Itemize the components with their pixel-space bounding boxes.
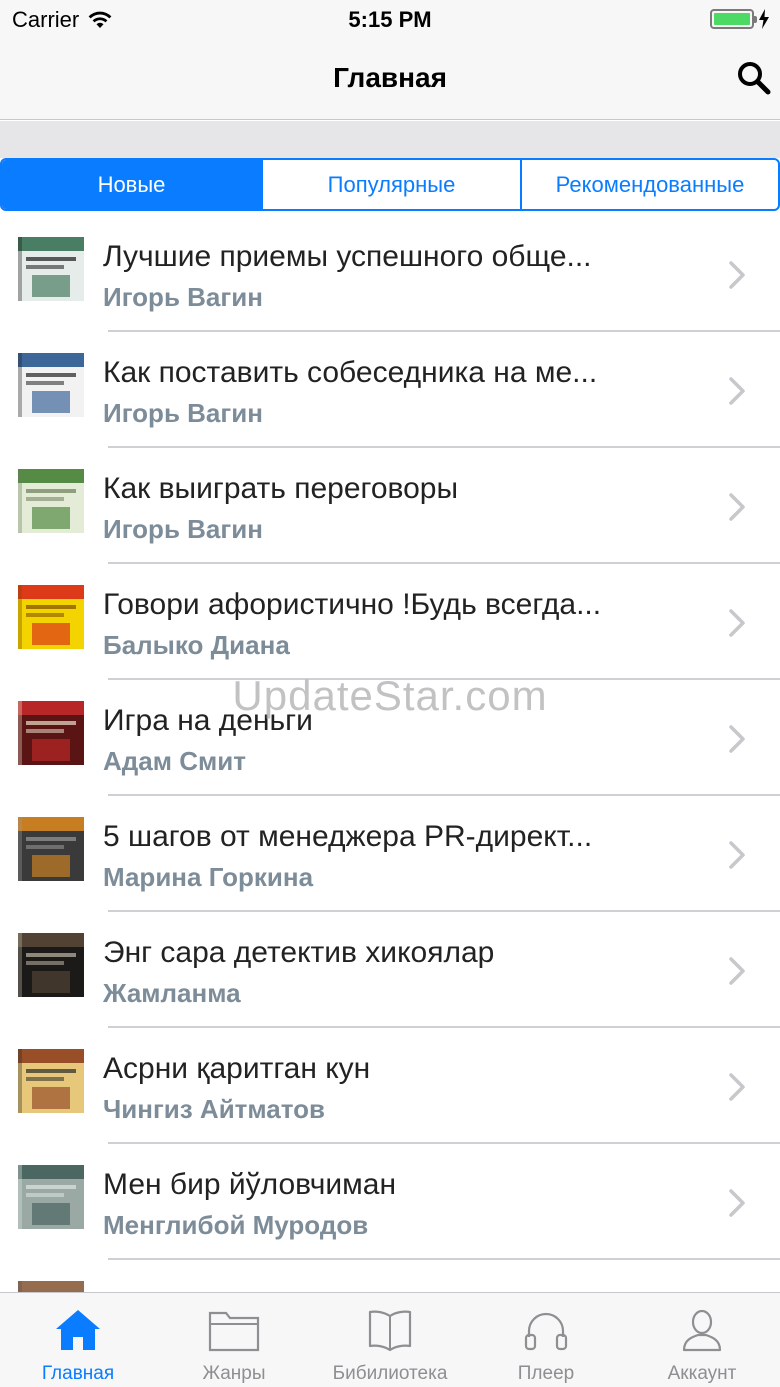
user-icon	[682, 1309, 722, 1352]
book-title: Асрни қаритган кун	[103, 1052, 371, 1085]
status-time: 5:15 PM	[348, 7, 432, 32]
book-cover-image	[18, 933, 84, 997]
tab-genres[interactable]: Жанры	[156, 1293, 312, 1387]
folder-icon	[208, 1311, 260, 1352]
list-item[interactable]: 5 шагов от менеджера PR-директ... Марина …	[0, 796, 780, 912]
book-author: Менглибой Муродов	[103, 1210, 369, 1240]
book-icon	[368, 1310, 412, 1352]
status-bar: Carrier 5:15 PM	[0, 0, 780, 40]
book-author: Жамланма	[103, 978, 241, 1008]
chevron-right-icon	[729, 725, 745, 753]
segment-recommended[interactable]: Рекомендованные	[520, 160, 778, 209]
book-cover-image	[18, 469, 84, 533]
charging-bolt-icon	[759, 9, 769, 29]
navigation-bar: Главная	[0, 40, 780, 120]
tab-account[interactable]: Аккаунт	[624, 1293, 780, 1387]
book-cover-image	[18, 817, 84, 881]
book-title: Лучшие приемы успешного обще...	[103, 240, 592, 273]
tab-genres-label: Жанры	[202, 1363, 266, 1384]
list-item[interactable]: Энг сара детектив хикоялар Жамланма	[0, 912, 780, 1028]
book-title: Как поставить собеседника на ме...	[103, 356, 598, 389]
book-cover-image	[18, 585, 84, 649]
book-author: Игорь Вагин	[103, 514, 263, 544]
book-cover-image	[18, 1165, 84, 1229]
chevron-right-icon	[729, 609, 745, 637]
list-item[interactable]: Как поставить собеседника на ме... Игорь …	[0, 332, 780, 448]
tab-player[interactable]: Плеер	[468, 1293, 624, 1387]
chevron-right-icon	[729, 957, 745, 985]
tab-bar: Главная Жанры Бибилиотека Плеер Аккаунт	[0, 1292, 780, 1387]
tab-account-label: Аккаунт	[667, 1363, 737, 1384]
book-title: Как выиграть переговоры	[103, 472, 459, 505]
list-item[interactable]: Как выиграть переговоры Игорь Вагин	[0, 448, 780, 564]
chevron-right-icon	[729, 1189, 745, 1217]
book-author: Адам Смит	[103, 746, 246, 776]
battery-fill	[714, 13, 750, 25]
search-icon[interactable]	[734, 58, 774, 98]
chevron-right-icon	[729, 1073, 745, 1101]
list-item[interactable]: Мен бир йўловчиман Менглибой Муродов	[0, 1144, 780, 1260]
book-cover-image	[18, 1281, 84, 1292]
tab-home[interactable]: Главная	[0, 1293, 156, 1387]
list-item[interactable]: Асрни қаритган кун Чингиз Айтматов	[0, 1028, 780, 1144]
chevron-right-icon	[729, 493, 745, 521]
tab-library[interactable]: Бибилиотека	[312, 1293, 468, 1387]
book-author: Игорь Вагин	[103, 282, 263, 312]
list-item[interactable]: Игра на деньги Адам Смит	[0, 680, 780, 796]
battery-indicator	[710, 9, 770, 29]
book-title: Энг сара детектив хикоялар	[103, 936, 495, 969]
book-cover-image	[18, 701, 84, 765]
home-icon	[56, 1310, 100, 1350]
battery-icon	[710, 9, 757, 29]
header-spacer	[0, 121, 780, 158]
list-item[interactable]: Говори афористично !Будь всегда... Балыко…	[0, 564, 780, 680]
book-author: Чингиз Айтматов	[103, 1094, 326, 1124]
segment-new[interactable]: Новые	[2, 160, 261, 209]
tab-player-label: Плеер	[517, 1363, 575, 1384]
page-title: Главная	[333, 62, 447, 93]
tab-home-label: Главная	[41, 1363, 115, 1384]
segment-popular[interactable]: Популярные	[261, 160, 520, 209]
chevron-right-icon	[729, 377, 745, 405]
book-author: Балыко Диана	[103, 630, 290, 660]
tab-library-label: Бибилиотека	[332, 1363, 448, 1384]
book-title: Мен бир йўловчиман	[103, 1168, 397, 1201]
list-item[interactable]: Лучшие приемы успешного обще... Игорь Ваг…	[0, 216, 780, 332]
book-author: Марина Горкина	[103, 862, 314, 892]
list-item[interactable]	[0, 1260, 780, 1292]
chevron-right-icon	[729, 841, 745, 869]
book-title: 5 шагов от менеджера PR-директ...	[103, 820, 593, 853]
book-title: Игра на деньги	[103, 704, 313, 737]
chevron-right-icon	[729, 261, 745, 289]
headphones-icon	[524, 1312, 568, 1351]
book-cover-image	[18, 353, 84, 417]
book-cover-image	[18, 1049, 84, 1113]
book-title: Говори афористично !Будь всегда...	[103, 588, 602, 621]
segmented-control: Новые Популярные Рекомендованные	[0, 158, 780, 211]
book-list: Лучшие приемы успешного обще... Игорь Ваг…	[0, 216, 780, 1292]
book-cover-image	[18, 237, 84, 301]
book-author: Игорь Вагин	[103, 398, 263, 428]
